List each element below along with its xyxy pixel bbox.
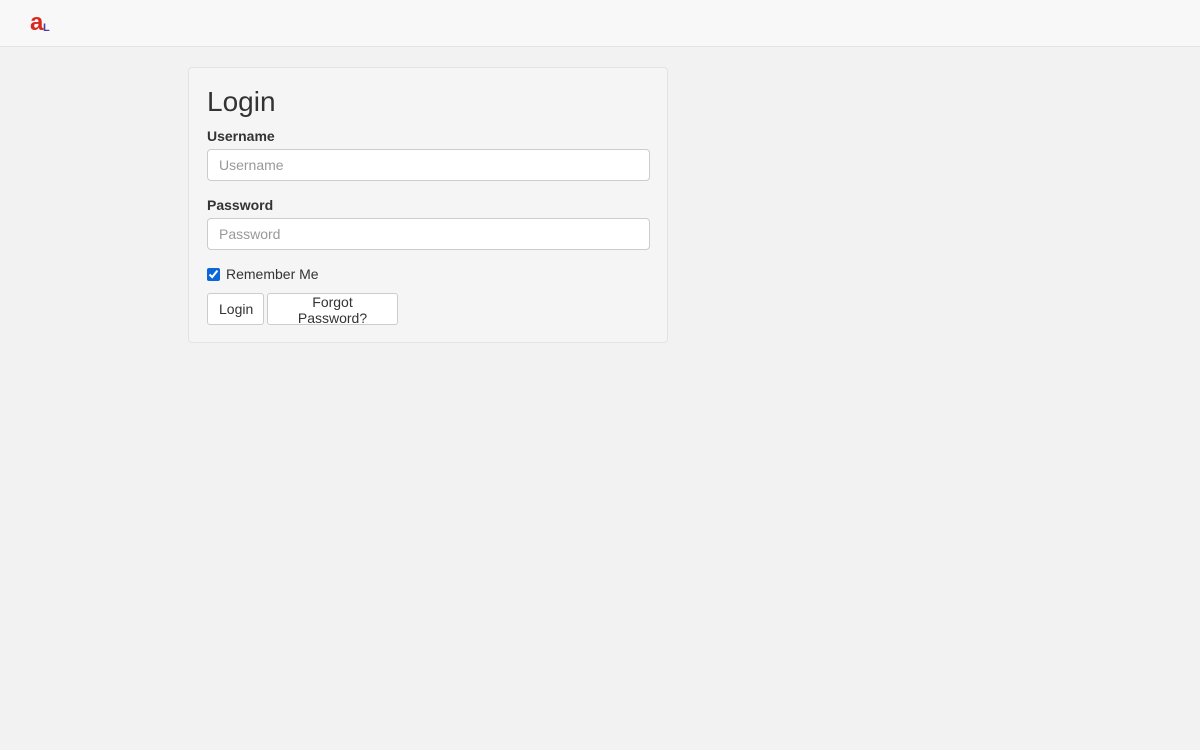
username-label: Username xyxy=(207,128,275,144)
username-input[interactable] xyxy=(207,149,650,181)
password-label: Password xyxy=(207,197,274,213)
login-button[interactable]: Login xyxy=(207,293,264,325)
remember-me-row: Remember Me xyxy=(207,265,319,283)
forgot-password-button[interactable]: Forgot Password? xyxy=(267,293,398,326)
remember-me-label[interactable]: Remember Me xyxy=(226,265,319,283)
login-panel: Login Username Password Remember Me Logi… xyxy=(188,67,668,343)
remember-me-checkbox[interactable] xyxy=(207,267,220,281)
al-logo-icon[interactable]: a L xyxy=(29,11,53,33)
top-navbar: a L xyxy=(0,0,1200,47)
password-input[interactable] xyxy=(207,218,650,250)
logo-letter-l: L xyxy=(43,22,50,33)
logo-letter-a: a xyxy=(30,11,44,33)
page-title: Login xyxy=(207,86,276,117)
